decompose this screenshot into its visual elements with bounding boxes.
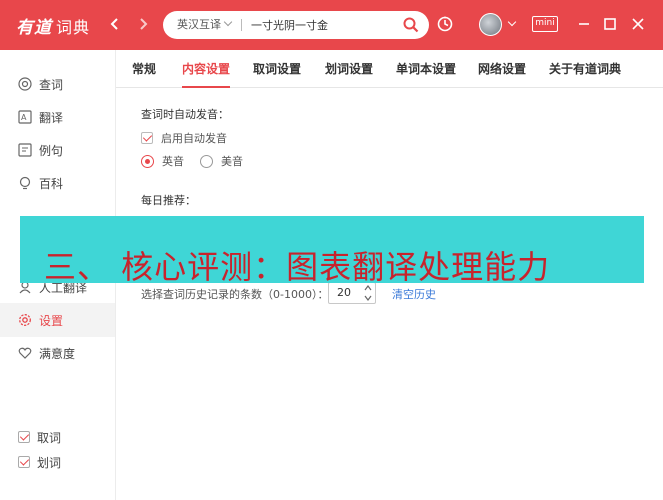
sidebar-item-label: 例句 [39, 143, 64, 158]
lightbulb-icon [18, 176, 32, 190]
american-pron-option[interactable]: 美音 [200, 153, 243, 169]
search-input[interactable] [251, 15, 391, 35]
back-arrow-icon[interactable] [106, 14, 124, 34]
capture-word-checkbox[interactable] [18, 431, 30, 443]
chevron-down-icon [223, 17, 233, 27]
tab-about[interactable]: 关于有道词典 [549, 50, 621, 88]
logo-subtitle: 词典 [56, 18, 91, 37]
app-logo: 有道 词典 [16, 13, 90, 38]
heart-icon [18, 346, 32, 360]
sidebar-item-settings[interactable]: 设置 [0, 303, 115, 337]
gear-icon [18, 313, 32, 327]
tab-wordbook-settings[interactable]: 单词本设置 [396, 50, 456, 88]
select-word-checkbox[interactable] [18, 456, 30, 468]
history-count-label: 选择查词历史记录的条数（0-1000）： [141, 288, 329, 301]
search-book-icon [18, 77, 32, 91]
title-bar: 有道词典 英汉互译 mini [0, 0, 663, 50]
auto-pronunciation-option[interactable]: 启用自动发音 [141, 130, 227, 146]
account-chevron-down-icon[interactable] [507, 17, 517, 27]
sidebar-item-label: 满意度 [39, 346, 76, 361]
tab-content-settings[interactable]: 内容设置 [182, 50, 231, 88]
user-avatar[interactable] [479, 13, 502, 36]
mini-mode-button[interactable]: mini [532, 16, 558, 32]
capture-word-toggle[interactable]: 取词 [18, 429, 61, 445]
svg-text:A: A [21, 113, 27, 122]
auto-pronunciation-label: 启用自动发音 [161, 132, 227, 145]
overlay-banner-text: 三、 核心评测：图表翻译处理能力 [44, 248, 551, 286]
settings-tabs: 常规 内容设置 取词设置 划词设置 单词本设置 网络设置 关于有道词典 [116, 50, 663, 88]
daily-recommend-heading: 每日推荐： [141, 194, 196, 207]
forward-arrow-icon[interactable] [134, 14, 152, 34]
sidebar-item-label: 百科 [39, 176, 64, 191]
british-pron-label: 英音 [162, 155, 184, 168]
tab-selection-settings[interactable]: 划词设置 [325, 50, 373, 88]
sidebar-item-label: 查词 [39, 77, 64, 92]
language-mode-label: 英汉互译 [177, 18, 221, 31]
example-sentence-icon [18, 143, 32, 157]
tab-network-settings[interactable]: 网络设置 [478, 50, 526, 88]
search-divider [241, 19, 242, 31]
overlay-banner: 三、 核心评测：图表翻译处理能力 [20, 216, 644, 286]
maximize-icon[interactable] [600, 14, 620, 34]
clear-history-link[interactable]: 清空历史 [392, 286, 436, 302]
select-word-label: 划词 [37, 455, 62, 470]
translate-icon: A [18, 110, 32, 124]
close-icon[interactable] [628, 14, 648, 34]
sidebar-item-encyclopedia[interactable]: 百科 [0, 166, 115, 200]
american-pron-radio[interactable] [200, 154, 213, 168]
sidebar-item-examples[interactable]: 例句 [0, 133, 115, 167]
logo-brand: 有道 [16, 18, 52, 38]
sidebar-item-label: 翻译 [39, 110, 64, 125]
auto-pronunciation-checkbox[interactable] [141, 132, 153, 144]
sidebar-item-lookup[interactable]: 查词 [0, 67, 115, 101]
sidebar-item-satisfaction[interactable]: 满意度 [0, 336, 115, 370]
minimize-icon[interactable] [574, 14, 594, 34]
british-pron-radio[interactable] [141, 154, 154, 168]
search-box: 英汉互译 [163, 11, 429, 39]
american-pron-label: 美音 [221, 155, 243, 168]
sidebar-item-translate[interactable]: A 翻译 [0, 100, 115, 134]
british-pron-option[interactable]: 英音 [141, 153, 184, 169]
auto-pronunciation-heading: 查词时自动发音： [141, 108, 229, 121]
tab-general[interactable]: 常规 [132, 50, 156, 88]
language-mode-select[interactable]: 英汉互译 [177, 11, 233, 39]
tab-capture-settings[interactable]: 取词设置 [253, 50, 301, 88]
history-clock-icon[interactable] [436, 15, 454, 33]
search-icon[interactable] [403, 17, 419, 33]
sidebar-item-label: 设置 [39, 313, 64, 328]
select-word-toggle[interactable]: 划词 [18, 454, 61, 470]
spin-down-icon[interactable] [364, 294, 372, 302]
capture-word-label: 取词 [37, 430, 62, 445]
